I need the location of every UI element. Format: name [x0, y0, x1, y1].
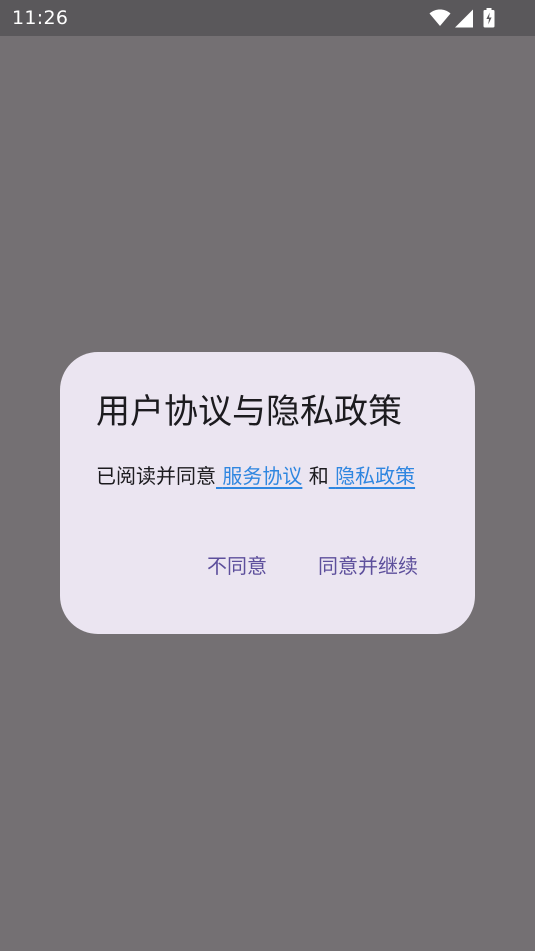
dialog-body: 已阅读并同意 服务协议 和 隐私政策 — [96, 462, 415, 490]
disagree-button[interactable]: 不同意 — [201, 546, 273, 586]
status-bar: 11:26 — [0, 0, 535, 36]
dialog-actions: 不同意 同意并继续 — [60, 546, 475, 586]
privacy-link[interactable]: 隐私政策 — [329, 464, 415, 488]
wifi-icon — [429, 9, 451, 27]
privacy-link-label: 隐私政策 — [335, 464, 416, 488]
dialog-title: 用户协议与隐私政策 — [96, 392, 402, 432]
terms-link[interactable]: 服务协议 — [216, 464, 302, 488]
dialog-body-connector: 和 — [308, 464, 329, 488]
battery-charging-icon — [483, 8, 495, 28]
agree-continue-button[interactable]: 同意并继续 — [312, 546, 424, 586]
dialog-body-prefix: 已阅读并同意 — [96, 464, 216, 488]
status-icons — [429, 8, 495, 28]
status-time: 11:26 — [12, 7, 69, 29]
signal-icon — [454, 9, 474, 28]
privacy-dialog: 用户协议与隐私政策 已阅读并同意 服务协议 和 隐私政策 不同意 同意并继续 — [60, 352, 475, 634]
terms-link-label: 服务协议 — [222, 464, 303, 488]
